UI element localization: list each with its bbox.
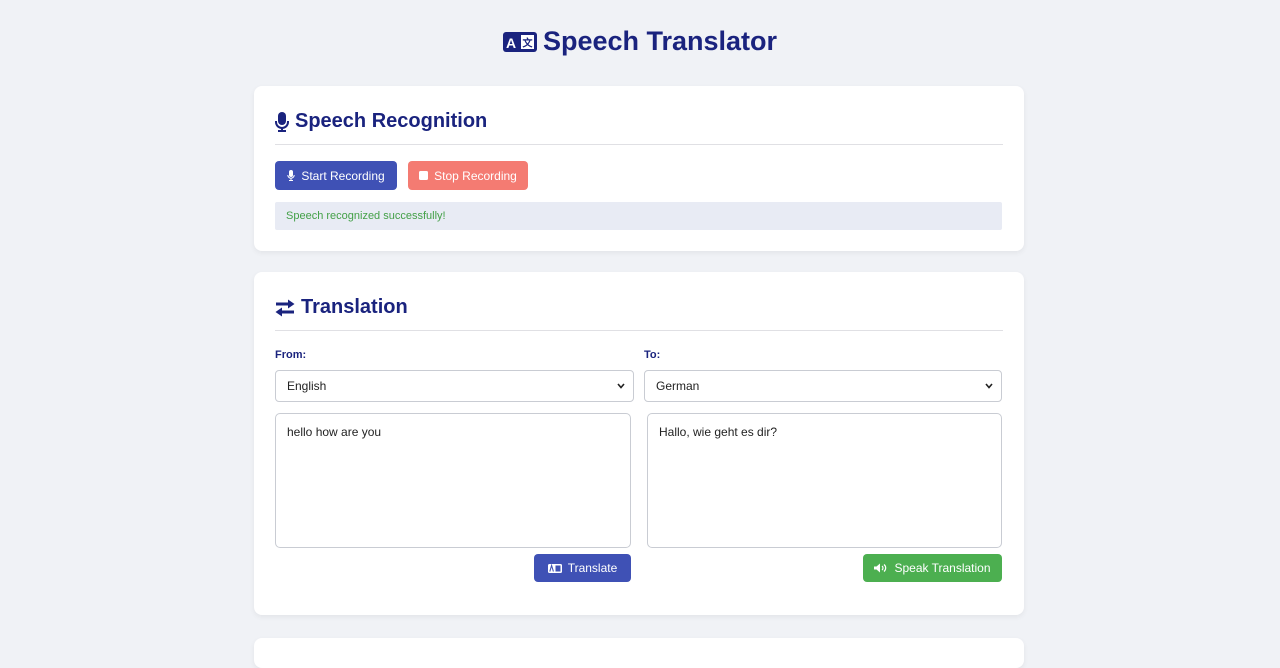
- chevron-down-icon: [617, 383, 625, 389]
- translate-label: Translate: [567, 561, 618, 575]
- microphone-icon: [287, 170, 296, 181]
- speech-recognition-header: Speech Recognition: [275, 110, 1003, 145]
- translation-title: Translation: [301, 296, 408, 318]
- translated-text-output[interactable]: Hallo, wie geht es dir?: [647, 413, 1002, 548]
- app-title: Speech Translator: [542, 26, 778, 56]
- source-text-input[interactable]: hello how are you: [275, 413, 631, 548]
- volume-icon: [874, 563, 888, 573]
- from-language-select[interactable]: English: [275, 370, 634, 402]
- chevron-down-icon: [985, 383, 993, 389]
- stop-recording-label: Stop Recording: [434, 168, 517, 183]
- translate-button[interactable]: Translate: [534, 554, 631, 582]
- speech-recognition-title: Speech Recognition: [295, 110, 488, 132]
- from-language-value: English: [287, 379, 327, 393]
- next-card: [254, 638, 1024, 668]
- microphone-icon: [275, 111, 289, 132]
- start-recording-button[interactable]: Start Recording: [275, 161, 397, 190]
- stop-recording-button[interactable]: Stop Recording: [408, 161, 528, 190]
- translate-icon: A 文: [502, 31, 537, 53]
- speech-recognition-card: Speech Recognition Start Recording Stop …: [254, 86, 1024, 251]
- translate-icon: [547, 563, 562, 573]
- recognition-status: Speech recognized successfully!: [275, 202, 1002, 230]
- speak-translation-button[interactable]: Speak Translation: [863, 554, 1002, 582]
- to-language-value: German: [656, 379, 700, 393]
- start-recording-label: Start Recording: [301, 168, 385, 183]
- stop-icon: [419, 171, 429, 180]
- svg-text:A: A: [506, 35, 516, 51]
- translation-header: Translation: [275, 296, 1003, 331]
- to-label: To:: [644, 349, 661, 361]
- exchange-arrows-icon: [275, 299, 295, 317]
- recognition-status-text: Speech recognized successfully!: [286, 210, 446, 222]
- translation-card: Translation From: To: English German hel…: [254, 272, 1024, 615]
- svg-text:文: 文: [522, 36, 533, 49]
- to-language-select[interactable]: German: [644, 370, 1002, 402]
- from-label: From:: [275, 349, 307, 361]
- speak-translation-label: Speak Translation: [894, 561, 991, 575]
- app-header: A 文 Speech Translator: [0, 26, 1280, 57]
